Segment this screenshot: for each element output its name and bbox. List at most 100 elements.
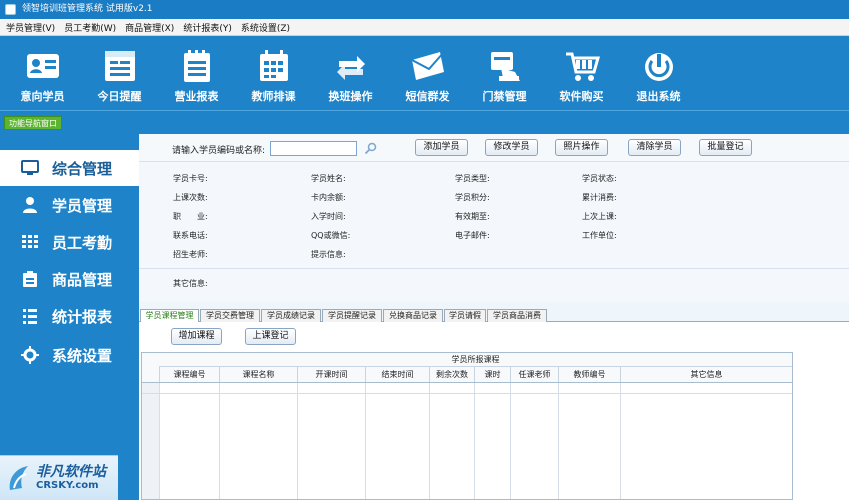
- watermark: 非凡软件站 CRSKY.com: [0, 455, 118, 500]
- field-last-class: 上次上课:: [582, 212, 617, 221]
- tab-goods-consumption[interactable]: 学员商品消费: [487, 309, 547, 322]
- field-card-no: 学员卡号:: [173, 174, 208, 183]
- gear-icon: [21, 346, 39, 364]
- search-row: 请输入学员编码或名称: 添加学员 修改学员 照片操作 清除学员 批量登记: [139, 134, 849, 162]
- add-course-button[interactable]: 增加课程: [171, 328, 222, 345]
- window-title: 领智培训班管理系统 试用版v2.1: [22, 4, 153, 14]
- class-register-button[interactable]: 上课登记: [245, 328, 296, 345]
- sidebar-item-label: 员工考勤: [52, 233, 113, 252]
- tab-leave[interactable]: 学员请假: [444, 309, 486, 322]
- tab-exchange-records[interactable]: 兑换商品记录: [383, 309, 443, 322]
- tab-score-records[interactable]: 学员成绩记录: [261, 309, 321, 322]
- class-swap-button[interactable]: 换班操作: [312, 36, 389, 110]
- search-input[interactable]: [270, 141, 357, 156]
- column-header[interactable]: 开课时间: [297, 367, 365, 382]
- nav-window-button[interactable]: 功能导航窗口: [4, 116, 62, 130]
- toolbar-label: 短信群发: [405, 90, 450, 103]
- sidebar: 综合管理 学员管理 员工考勤 商品管理 统计报表 系统设置: [0, 134, 139, 500]
- tab-course-management[interactable]: 学员课程管理: [140, 309, 199, 322]
- column-header[interactable]: 课时: [474, 367, 510, 382]
- sidebar-item-reports[interactable]: 统计报表: [0, 298, 139, 334]
- edit-student-button[interactable]: 修改学员: [485, 139, 538, 156]
- menu-bar: 学员管理(V) 员工考勤(W) 商品管理(X) 统计报表(Y) 系统设置(Z): [0, 19, 849, 36]
- sidebar-item-general[interactable]: 综合管理: [0, 150, 139, 186]
- main-panel: 请输入学员编码或名称: 添加学员 修改学员 照片操作 清除学员 批量登记 学员卡…: [139, 134, 849, 500]
- tab-payment-management[interactable]: 学员交费管理: [200, 309, 260, 322]
- column-header[interactable]: 结束时间: [365, 367, 429, 382]
- tab-strip: 学员课程管理 学员交费管理 学员成绩记录 学员提醒记录 兑换商品记录 学员请假 …: [139, 308, 849, 322]
- column-header[interactable]: 其它信息: [620, 367, 792, 382]
- field-type: 学员类型:: [455, 174, 490, 183]
- watermark-logo-icon: [9, 466, 28, 490]
- sms-broadcast-button[interactable]: 短信群发: [389, 36, 466, 110]
- grid-line: [219, 383, 220, 499]
- report-icon: [183, 50, 210, 82]
- user-icon: [23, 197, 37, 213]
- clipboard-icon: [23, 271, 37, 287]
- clear-student-button[interactable]: 清除学员: [628, 139, 681, 156]
- buy-software-button[interactable]: 软件购买: [543, 36, 620, 110]
- list-icon: [23, 309, 37, 324]
- calendar-icon: [259, 50, 288, 81]
- column-header[interactable]: 教师编号: [558, 367, 620, 382]
- column-header[interactable]: 课程编号: [159, 367, 219, 382]
- grid-line: [558, 383, 559, 499]
- batch-register-button[interactable]: 批量登记: [699, 139, 752, 156]
- search-icon[interactable]: [364, 142, 377, 155]
- toolbar-label: 教师排课: [251, 90, 296, 103]
- sidebar-item-label: 商品管理: [52, 270, 113, 289]
- search-label: 请输入学员编码或名称:: [172, 146, 266, 156]
- grid-line: [159, 383, 160, 499]
- course-grid[interactable]: 学员所报课程 课程编号 课程名称 开课时间 结束时间 剩余次数 课时 任课老师 …: [141, 352, 793, 500]
- row-selector-column: [142, 383, 159, 499]
- sidebar-item-attendance[interactable]: 员工考勤: [0, 224, 139, 260]
- field-other-info: 其它信息:: [173, 279, 208, 288]
- table-row[interactable]: [142, 383, 792, 394]
- today-reminder-button[interactable]: 今日提醒: [81, 36, 158, 110]
- menu-reports[interactable]: 统计报表(Y): [183, 21, 232, 34]
- swap-arrows-icon: [336, 56, 365, 80]
- monitor-icon: [21, 160, 39, 175]
- document-icon: [104, 51, 135, 81]
- prospective-students-button[interactable]: 意向学员: [4, 36, 81, 110]
- toolbar-label: 门禁管理: [482, 90, 527, 103]
- nav-strip: 功能导航窗口: [0, 110, 849, 134]
- photo-button[interactable]: 照片操作: [555, 139, 608, 156]
- menu-student[interactable]: 学员管理(V): [6, 21, 55, 34]
- toolbar-label: 意向学员: [20, 90, 65, 103]
- sidebar-item-label: 综合管理: [52, 159, 113, 178]
- teacher-schedule-button[interactable]: 教师排课: [235, 36, 312, 110]
- field-lesson-count: 上课次数:: [173, 193, 208, 202]
- field-balance: 卡内余额:: [311, 193, 346, 202]
- menu-goods[interactable]: 商品管理(X): [125, 21, 174, 34]
- sidebar-item-label: 统计报表: [52, 307, 113, 326]
- exit-system-button[interactable]: 退出系统: [620, 36, 697, 110]
- card-swipe-icon: [490, 52, 520, 81]
- access-control-button[interactable]: 门禁管理: [466, 36, 543, 110]
- sidebar-item-settings[interactable]: 系统设置: [0, 337, 139, 373]
- other-info-panel: 其它信息:: [139, 268, 849, 302]
- grid-group-title: 学员所报课程: [159, 354, 792, 367]
- tab-reminder-records[interactable]: 学员提醒记录: [322, 309, 382, 322]
- field-status: 学员状态:: [582, 174, 617, 183]
- watermark-url: CRSKY.com: [36, 480, 99, 491]
- business-report-button[interactable]: 营业报表: [158, 36, 235, 110]
- column-header[interactable]: 课程名称: [219, 367, 297, 382]
- add-student-button[interactable]: 添加学员: [415, 139, 468, 156]
- field-qq-wechat: QQ或微信:: [311, 231, 351, 240]
- toolbar-label: 换班操作: [328, 90, 373, 103]
- menu-settings[interactable]: 系统设置(Z): [241, 21, 290, 34]
- toolbar-label: 软件购买: [559, 90, 604, 103]
- menu-attendance[interactable]: 员工考勤(W): [64, 21, 116, 34]
- field-occupation: 职 业:: [173, 212, 208, 221]
- sidebar-item-students[interactable]: 学员管理: [0, 187, 139, 223]
- grid-line: [297, 383, 298, 499]
- sidebar-item-label: 系统设置: [52, 346, 113, 365]
- grid-line: [620, 383, 621, 499]
- app-icon: [5, 4, 16, 15]
- field-enroll-date: 入学时间:: [311, 212, 346, 221]
- sidebar-item-goods[interactable]: 商品管理: [0, 261, 139, 297]
- column-header[interactable]: 任课老师: [510, 367, 558, 382]
- column-header[interactable]: 剩余次数: [429, 367, 474, 382]
- field-workplace: 工作单位:: [582, 231, 617, 240]
